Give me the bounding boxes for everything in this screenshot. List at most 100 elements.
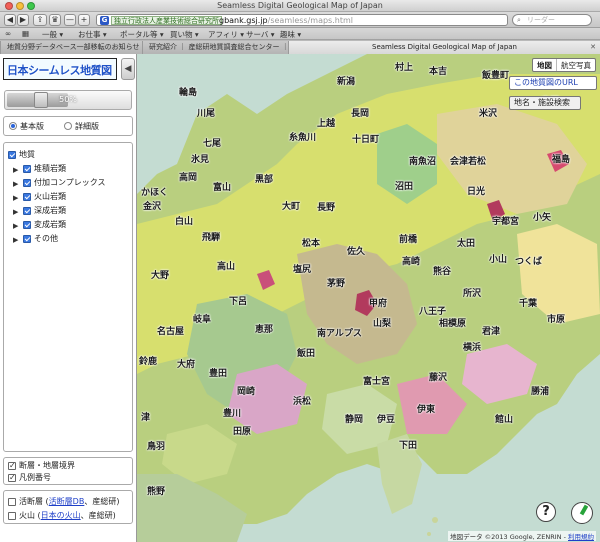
sedimentary-checkbox[interactable]	[23, 165, 31, 173]
site-logo[interactable]: 日本シームレス地質図	[3, 58, 117, 80]
expand-arrow-icon[interactable]: ▶	[13, 235, 18, 246]
bookmark-shopping[interactable]: 買い物 ▾	[170, 29, 199, 40]
share-button[interactable]: ⇪	[33, 14, 47, 26]
place-label: 富士宮	[363, 377, 391, 387]
terms-link[interactable]: 利用規約	[568, 533, 594, 541]
place-label: つくば	[515, 257, 543, 267]
option-label: 断層・地層境界	[19, 461, 75, 470]
external-prefix: 活断層 (	[19, 497, 49, 506]
bookmarks-bar: ∞ ▦ 一般 ▾ お仕事 ▾ ポータル等 ▾ 買い物 ▾ アフィリ ▾ サーバ …	[0, 28, 600, 40]
map-type-map-button[interactable]: 地図	[533, 59, 557, 71]
expand-arrow-icon[interactable]: ▶	[13, 193, 18, 204]
volcano-checkbox[interactable]	[8, 512, 16, 520]
external-suffix: 、産総研)	[80, 511, 116, 520]
bookmark-affiliate[interactable]: アフィリ ▾	[208, 29, 244, 40]
close-icon[interactable]: ✕	[590, 41, 596, 53]
basic-version-radio[interactable]	[9, 122, 17, 130]
reading-list-icon[interactable]: ∞	[5, 29, 11, 38]
plus-icon: +	[80, 15, 88, 24]
reader-field[interactable]: ⌕ リーダー	[512, 14, 592, 26]
place-label: 村上	[395, 63, 414, 73]
new-tab-button[interactable]: +	[78, 14, 90, 26]
place-label: 君津	[482, 327, 501, 337]
address-bar[interactable]: G 独立行政法人産業技術総合研究所 gbank.gsj.jp/seamless/…	[96, 14, 508, 26]
other-checkbox[interactable]	[23, 235, 31, 243]
tab-label: 地質分野データベース一部移転のお知らせ	[7, 43, 140, 51]
help-button[interactable]: ?	[536, 502, 556, 522]
layer-tree: 地質 ▶ 堆積岩類 ▶ 付加コンプレックス ▶ 火山岩類 ▶ 深成岩類 ▶ 変成…	[3, 142, 133, 452]
place-label: 高崎	[402, 257, 421, 267]
tab-seamless-map[interactable]: Seamless Digital Geological Map of Japan…	[288, 41, 600, 54]
place-label: 藤沢	[429, 373, 448, 383]
logo-text: 日本シームレス地質図	[7, 64, 112, 77]
map-type-aerial-button[interactable]: 航空写真	[557, 59, 595, 71]
place-label: 大町	[282, 202, 301, 212]
place-label: 横浜	[463, 343, 482, 353]
place-label: 伊豆	[377, 415, 396, 425]
bookmark-work[interactable]: お仕事 ▾	[78, 29, 107, 40]
place-label: 南アルプス	[317, 329, 362, 339]
reader-label: リーダー	[527, 16, 555, 24]
place-label: 小矢	[533, 213, 552, 223]
place-label: 所沢	[463, 289, 482, 299]
place-label: 塩尻	[293, 265, 312, 275]
bookmark-hobby[interactable]: 趣味 ▾	[280, 29, 301, 40]
place-label: 高山	[217, 262, 236, 272]
collapse-sidebar-button[interactable]: ◀	[121, 58, 135, 80]
place-search-button[interactable]: 地名・施設検索	[509, 96, 581, 110]
window-title: Seamless Digital Geological Map of Japan	[217, 1, 383, 10]
plutonic-checkbox[interactable]	[23, 207, 31, 215]
detailed-version-radio[interactable]	[64, 122, 72, 130]
place-label: 熊野	[147, 487, 166, 497]
expand-arrow-icon[interactable]: ▶	[13, 165, 18, 176]
place-label: 本吉	[429, 67, 448, 77]
external-suffix: 、産総研)	[84, 497, 120, 506]
legend-number-checkbox[interactable]: ✓	[8, 473, 16, 482]
external-label: 火山 (日本の火山、産総研)	[19, 510, 116, 521]
tab-research[interactable]: 研究紹介 ｜ 産総研地質調査総合センター ｜ G...	[142, 41, 288, 54]
place-label: 川尾	[197, 109, 216, 119]
place-label: 茅野	[327, 279, 346, 289]
place-label: 甲府	[369, 299, 388, 309]
layer-label: 付加コンプレックス	[34, 178, 106, 187]
place-label: 伊東	[417, 405, 436, 415]
geology-map[interactable]: 村上 飯豊町 会津若松 福島 米沢 新潟 輪島 糸魚川 上越 長岡 十日町 南魚…	[137, 54, 600, 542]
bookmark-general[interactable]: 一般 ▾	[42, 29, 63, 40]
metamorphic-checkbox[interactable]	[23, 221, 31, 229]
geology-checkbox[interactable]	[8, 151, 16, 159]
accretionary-checkbox[interactable]	[23, 179, 31, 187]
tab-notice[interactable]: 地質分野データベース一部移転のお知らせ	[0, 41, 142, 54]
place-label: 津	[141, 413, 151, 423]
opacity-slider[interactable]: 50%	[4, 90, 132, 110]
expand-arrow-icon[interactable]: ▶	[13, 179, 18, 190]
place-label: 田原	[233, 427, 252, 437]
place-label: 前橋	[399, 235, 418, 245]
back-button[interactable]: ◀	[4, 14, 16, 26]
active-fault-checkbox[interactable]	[8, 498, 16, 506]
fault-boundary-checkbox[interactable]: ✓	[8, 461, 16, 470]
place-label: 氷見	[191, 155, 210, 165]
place-label: 飛騨	[202, 233, 221, 243]
active-fault-db-link[interactable]: 活断層DB	[49, 497, 85, 506]
window-titlebar: Seamless Digital Geological Map of Japan	[0, 0, 600, 12]
map-attribution: 地図データ ©2013 Google, ZENRIN - 利用規約	[448, 531, 596, 541]
forward-button[interactable]: ▶	[17, 14, 29, 26]
zoom-out-button[interactable]: —	[64, 14, 76, 26]
expand-arrow-icon[interactable]: ▶	[13, 207, 18, 218]
bookmark-portal[interactable]: ポータル等 ▾	[120, 29, 164, 40]
top-sites-icon[interactable]: ▦	[22, 29, 29, 38]
expand-arrow-icon[interactable]: ▶	[13, 221, 18, 232]
reader-crown-button[interactable]: ♛	[49, 14, 61, 26]
site-identity-badge[interactable]: 独立行政法人産業技術総合研究所	[111, 16, 222, 25]
search-icon: ⌕	[517, 16, 521, 24]
volcanoes-of-japan-link[interactable]: 日本の火山	[41, 511, 81, 520]
url-text: gbank.gsj.jp/seamless/maps.html	[219, 16, 353, 25]
place-label: 勝浦	[531, 387, 550, 397]
help-icon: ?	[542, 504, 550, 519]
volcanic-checkbox[interactable]	[23, 193, 31, 201]
place-label: 輪島	[179, 88, 198, 98]
map-url-button[interactable]: この地質図のURL	[509, 76, 597, 90]
tab-label: 研究紹介 ｜ 産総研地質調査総合センター ｜ G...	[149, 43, 288, 51]
bookmark-server[interactable]: サーバ ▾	[246, 29, 275, 40]
compass-icon[interactable]	[571, 502, 593, 524]
